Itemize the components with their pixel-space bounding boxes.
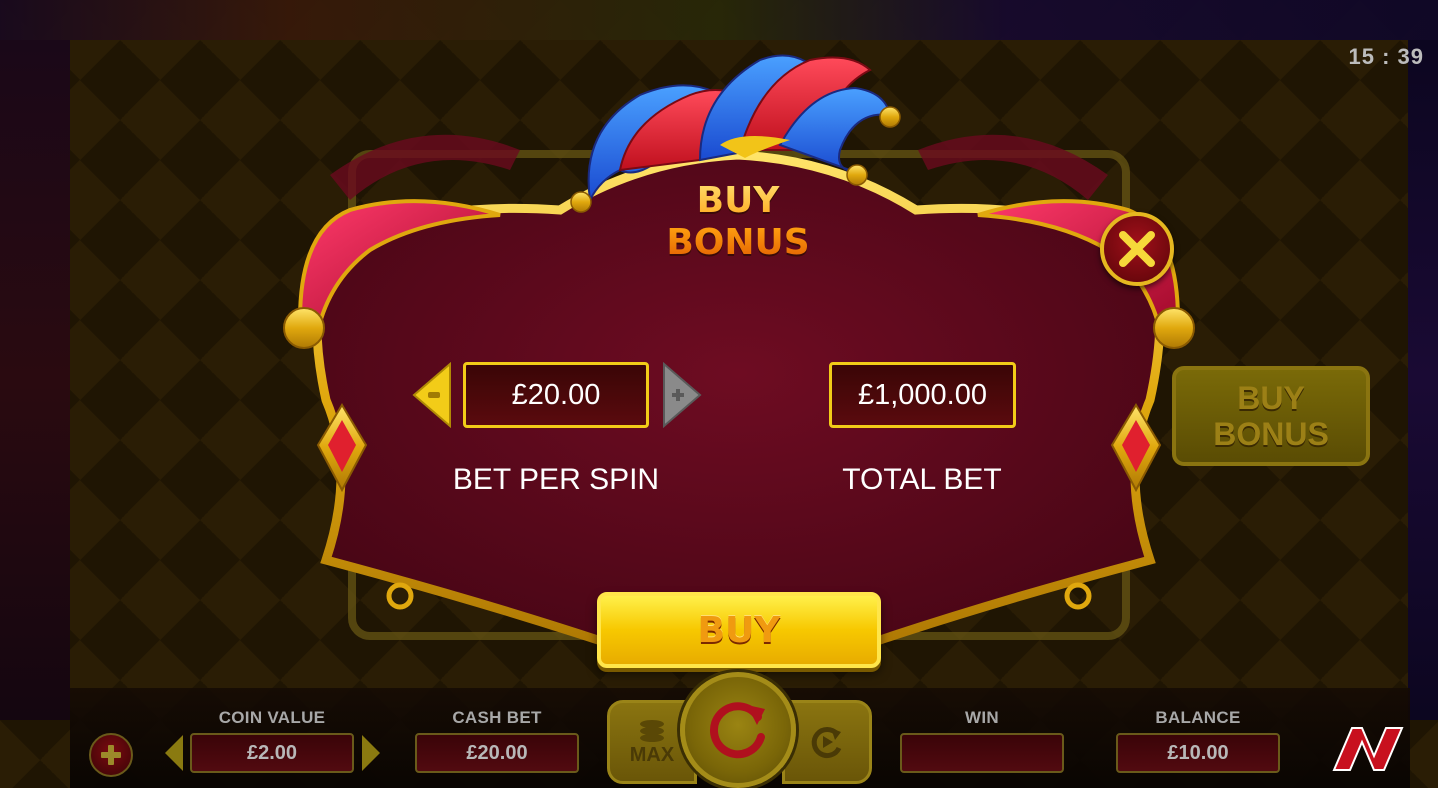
bet-per-spin-value: £20.00 <box>463 362 649 428</box>
cash-bet-display: £20.00 <box>415 733 579 773</box>
buy-button[interactable]: BUY <box>597 592 881 668</box>
coin-increase-button[interactable] <box>360 733 382 773</box>
bet-increase-button[interactable] <box>662 362 702 428</box>
autoplay-button[interactable] <box>782 700 872 784</box>
spin-icon <box>709 702 765 759</box>
coin-value-display: £2.00 <box>190 733 354 773</box>
bet-per-spin-label: BET PER SPIN <box>452 463 660 496</box>
close-icon <box>1119 231 1155 267</box>
menu-plus-button[interactable] <box>89 733 133 777</box>
modal-title: BUY BONUS <box>600 180 876 264</box>
coin-stack-icon <box>640 720 664 742</box>
coin-decrease-button[interactable] <box>163 733 185 773</box>
autoplay-icon <box>811 727 842 759</box>
total-bet-label: TOTAL BET <box>842 463 1002 496</box>
close-button[interactable] <box>1100 212 1174 286</box>
minus-icon <box>428 392 440 398</box>
win-display <box>900 733 1064 773</box>
brand-logo-icon <box>1332 727 1404 771</box>
buy-bonus-modal-frame <box>283 54 1195 645</box>
spin-button[interactable] <box>680 672 796 788</box>
cash-bet-title: CASH BET <box>452 708 542 727</box>
win-title: WIN <box>965 708 999 727</box>
coin-value-title: COIN VALUE <box>218 708 326 727</box>
balance-display: £10.00 <box>1116 733 1280 773</box>
buy-button-label: BUY <box>697 609 781 651</box>
max-bet-label: MAX <box>629 744 675 766</box>
bet-decrease-button[interactable] <box>412 362 452 428</box>
total-bet-value: £1,000.00 <box>829 362 1016 428</box>
plus-icon <box>101 745 121 765</box>
modal-title-line1: BUY <box>696 180 780 221</box>
modal-title-line2: BONUS <box>666 222 810 263</box>
balance-title: BALANCE <box>1155 708 1241 727</box>
